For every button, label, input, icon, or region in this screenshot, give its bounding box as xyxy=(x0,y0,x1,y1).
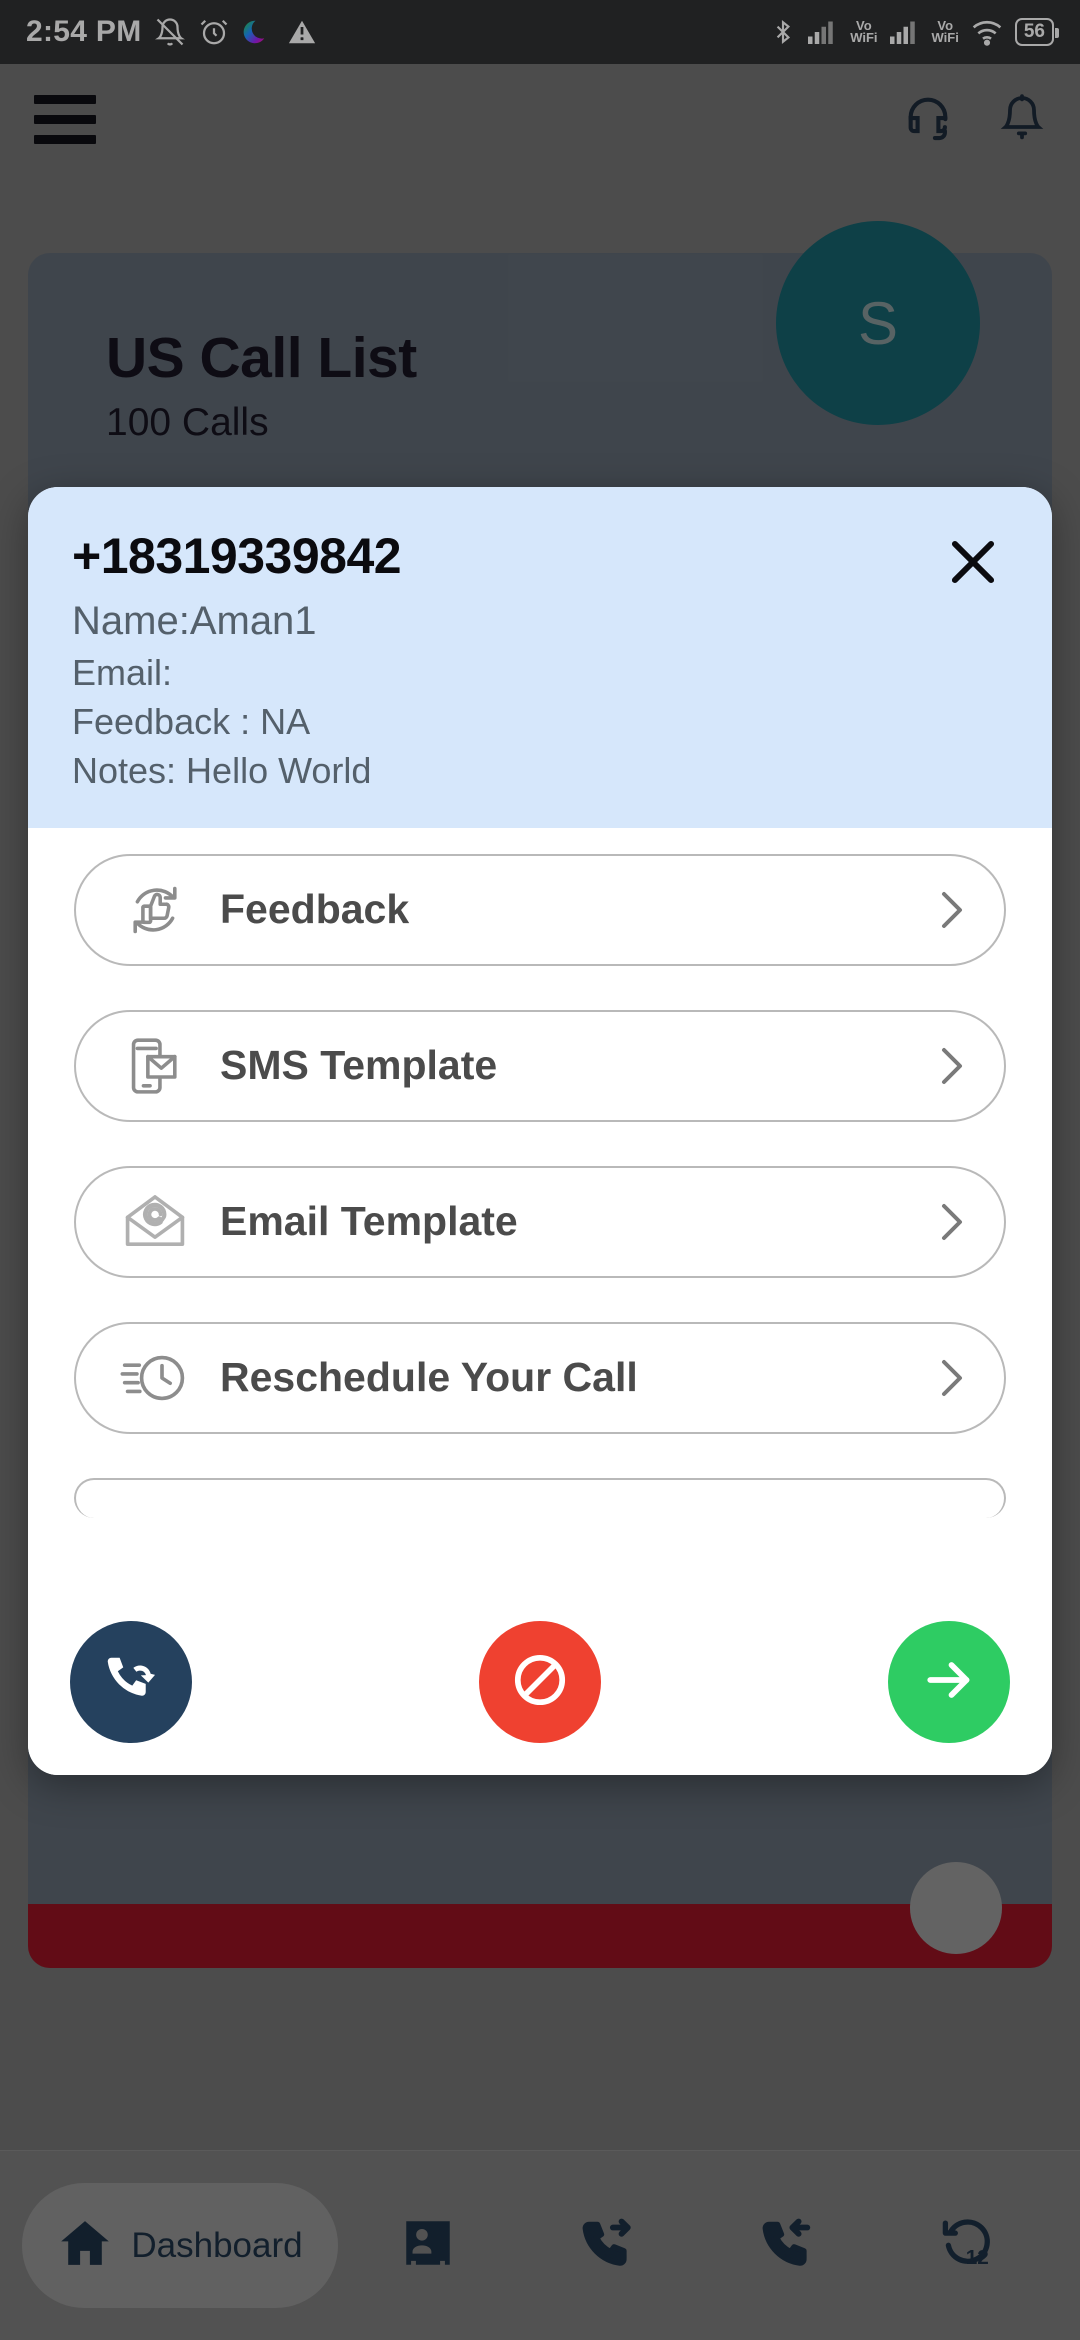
option-feedback[interactable]: Feedback xyxy=(74,853,1006,966)
option-label: SMS Template xyxy=(220,1042,498,1089)
option-row-partial[interactable] xyxy=(74,1477,1006,1518)
envelope-at-icon xyxy=(112,1187,198,1257)
contact-feedback: Feedback : NA xyxy=(72,701,311,743)
contact-notes: Notes: Hello World xyxy=(72,750,372,792)
modal-options-list: Feedback SMS Template Email Template Res… xyxy=(28,828,1052,1518)
option-label: Reschedule Your Call xyxy=(220,1354,638,1401)
block-button[interactable] xyxy=(479,1621,601,1743)
thumbs-up-refresh-icon xyxy=(112,877,198,943)
chevron-right-icon xyxy=(926,1198,974,1246)
contact-email: Email: xyxy=(72,651,173,693)
phone-callback-icon xyxy=(100,1649,162,1716)
modal-header: +18319339842 Name:Aman1 Email: Feedback … xyxy=(28,487,1052,828)
option-label: Feedback xyxy=(220,886,410,933)
block-prohibited-icon xyxy=(509,1649,571,1716)
next-button[interactable] xyxy=(888,1621,1010,1743)
option-reschedule-call[interactable]: Reschedule Your Call xyxy=(74,1321,1006,1434)
callback-button[interactable] xyxy=(70,1621,192,1743)
contact-phone-number: +18319339842 xyxy=(72,528,402,584)
arrow-right-icon xyxy=(919,1650,979,1715)
chevron-right-icon xyxy=(926,1354,974,1402)
phone-message-icon xyxy=(112,1033,198,1099)
chevron-right-icon xyxy=(926,886,974,934)
fast-clock-icon xyxy=(112,1343,198,1413)
modal-action-bar xyxy=(28,1589,1052,1775)
phone-screen: 2:54 PM Vo WiFi Vo WiFi 56 US Call List … xyxy=(0,0,1080,2340)
close-icon[interactable] xyxy=(938,527,1008,597)
contact-name: Name:Aman1 xyxy=(72,599,317,643)
option-email-template[interactable]: Email Template xyxy=(74,1165,1006,1278)
call-detail-modal: +18319339842 Name:Aman1 Email: Feedback … xyxy=(28,487,1052,1775)
chevron-right-icon xyxy=(926,1042,974,1090)
option-label: Email Template xyxy=(220,1198,518,1245)
option-sms-template[interactable]: SMS Template xyxy=(74,1009,1006,1122)
